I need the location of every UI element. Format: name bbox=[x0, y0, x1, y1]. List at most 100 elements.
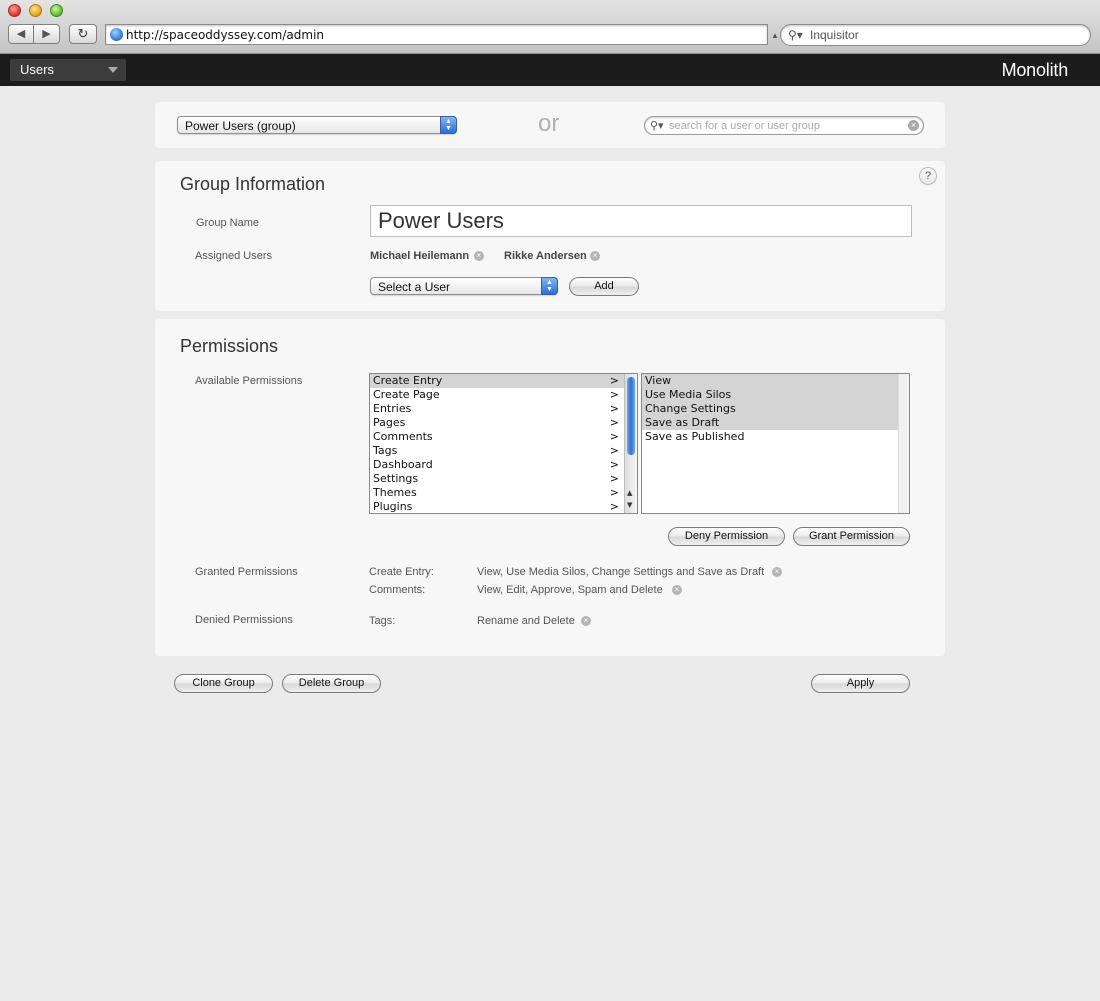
clone-group-button[interactable]: Clone Group bbox=[174, 674, 273, 693]
reload-button[interactable]: ↻ bbox=[69, 24, 97, 44]
list-item[interactable]: View bbox=[642, 374, 909, 388]
list-item[interactable]: Create Page > bbox=[370, 388, 637, 402]
assigned-user-tag: Michael Heilemann bbox=[370, 250, 470, 262]
assigned-users-label: Assigned Users bbox=[195, 250, 273, 262]
back-arrow-icon: ◀ bbox=[16, 28, 26, 40]
section-menu[interactable]: Users bbox=[10, 59, 126, 81]
available-permissions-label: Available Permissions bbox=[195, 375, 303, 387]
permissions-title: Permissions bbox=[180, 336, 279, 356]
group-select-value: Power Users (group) bbox=[185, 119, 296, 133]
add-user-button[interactable]: Add bbox=[569, 277, 639, 296]
list-item[interactable]: Themes > bbox=[370, 486, 637, 500]
scroll-down-icon[interactable]: ▼ bbox=[627, 501, 632, 509]
assigned-user-tag: Rikke Andersen bbox=[504, 250, 587, 262]
select-arrows-icon: ▲ ▼ bbox=[541, 277, 558, 295]
search-icon: ⚲▾ bbox=[650, 120, 664, 132]
url-text: http://spaceoddyssey.com/admin bbox=[126, 28, 325, 42]
list-item-label: Pages bbox=[373, 416, 406, 429]
section-menu-label: Users bbox=[20, 62, 54, 77]
address-bar[interactable]: http://spaceoddyssey.com/admin bbox=[105, 24, 768, 45]
group-name-label: Group Name bbox=[196, 217, 259, 229]
browser-toolbar: ◀ ▶ ↻ http://spaceoddyssey.com/admin ▲ ⚲… bbox=[0, 0, 1100, 54]
scrollbar-thumb[interactable] bbox=[627, 377, 635, 455]
granted-permission-key: Create Entry: bbox=[369, 566, 434, 578]
list-item[interactable]: Save as Draft bbox=[642, 416, 909, 430]
remove-permission-icon[interactable]: × bbox=[672, 585, 682, 595]
grant-permission-button[interactable]: Grant Permission bbox=[793, 527, 910, 546]
app-header bbox=[0, 54, 1100, 86]
clear-search-icon[interactable]: × bbox=[908, 120, 919, 131]
list-item[interactable]: Save as Published bbox=[642, 430, 909, 444]
delete-group-button[interactable]: Delete Group bbox=[282, 674, 381, 693]
list-item[interactable]: Entries > bbox=[370, 402, 637, 416]
list-item[interactable]: Dashboard > bbox=[370, 458, 637, 472]
select-arrows-icon: ▲ ▼ bbox=[440, 116, 457, 134]
zoom-window-button[interactable] bbox=[50, 4, 63, 17]
back-button[interactable]: ◀ bbox=[8, 24, 34, 44]
forward-arrow-icon: ▶ bbox=[42, 28, 51, 40]
list-item[interactable]: Pages > bbox=[370, 416, 637, 430]
user-select[interactable]: Select a User ▲ ▼ bbox=[370, 277, 558, 295]
list-item-label: Settings bbox=[373, 472, 419, 485]
group-search-input[interactable] bbox=[669, 118, 899, 133]
remove-permission-icon[interactable]: × bbox=[772, 567, 782, 577]
denied-permissions-label: Denied Permissions bbox=[195, 614, 293, 626]
scrollbar[interactable] bbox=[898, 374, 909, 513]
browser-search-placeholder: Inquisitor bbox=[810, 28, 859, 42]
list-item-label: Comments bbox=[373, 430, 433, 443]
list-item-label: Entries bbox=[373, 402, 412, 415]
list-item[interactable]: Settings > bbox=[370, 472, 637, 486]
list-item[interactable]: Create Entry > bbox=[370, 374, 637, 388]
list-item[interactable]: Tags > bbox=[370, 444, 637, 458]
list-item-label: Tags bbox=[373, 444, 398, 457]
list-item[interactable]: Change Settings bbox=[642, 402, 909, 416]
group-information-title: Group Information bbox=[180, 174, 326, 194]
chevron-right-icon: > bbox=[609, 388, 619, 401]
search-icon: ⚲▾ bbox=[788, 28, 803, 42]
chevron-right-icon: > bbox=[609, 458, 619, 471]
list-item[interactable]: Use Media Silos bbox=[642, 388, 909, 402]
list-item-label: Use Media Silos bbox=[645, 388, 732, 401]
chevron-right-icon: > bbox=[609, 500, 619, 513]
scrollbar[interactable]: ▲ ▼ bbox=[624, 374, 637, 513]
list-item-label: Create Entry bbox=[373, 374, 443, 387]
denied-permission-key: Tags: bbox=[369, 615, 396, 627]
permission-actions-list[interactable]: View Use Media Silos Change Settings Sav… bbox=[641, 373, 910, 514]
chevron-right-icon: > bbox=[609, 486, 619, 499]
granted-permission-value: View, Edit, Approve, Spam and Delete bbox=[477, 584, 663, 596]
close-window-button[interactable] bbox=[8, 4, 21, 17]
list-item-label: Create Page bbox=[373, 388, 440, 401]
chevron-down-icon bbox=[108, 67, 118, 73]
chevron-right-icon: > bbox=[609, 416, 619, 429]
chevron-right-icon: > bbox=[609, 402, 619, 415]
group-search-field[interactable]: ⚲▾ × bbox=[644, 116, 924, 135]
rss-icon[interactable]: ▲ bbox=[771, 31, 779, 40]
globe-icon bbox=[110, 28, 123, 41]
or-separator: or bbox=[538, 110, 560, 137]
granted-permissions-label: Granted Permissions bbox=[195, 566, 298, 578]
brand-logo: Monolith bbox=[1001, 60, 1069, 80]
user-select-value: Select a User bbox=[378, 280, 451, 294]
apply-button[interactable]: Apply bbox=[811, 674, 910, 693]
granted-permission-key: Comments: bbox=[369, 584, 426, 596]
forward-button[interactable]: ▶ bbox=[33, 24, 60, 44]
remove-user-icon[interactable]: × bbox=[590, 251, 600, 261]
chevron-right-icon: > bbox=[609, 472, 619, 485]
available-permissions-list[interactable]: Create Entry > Create Page > Entries > Page… bbox=[369, 373, 638, 514]
deny-permission-button[interactable]: Deny Permission bbox=[668, 527, 785, 546]
minimize-window-button[interactable] bbox=[29, 4, 42, 17]
list-item[interactable]: Comments > bbox=[370, 430, 637, 444]
list-item-label: Save as Published bbox=[645, 430, 745, 443]
list-item-label: Themes bbox=[373, 486, 417, 499]
remove-user-icon[interactable]: × bbox=[474, 251, 484, 261]
group-name-input[interactable] bbox=[370, 205, 912, 237]
scroll-up-icon[interactable]: ▲ bbox=[627, 489, 632, 497]
remove-permission-icon[interactable]: × bbox=[581, 616, 591, 626]
list-item[interactable]: Plugins > bbox=[370, 500, 637, 513]
browser-search-field[interactable]: ⚲▾ Inquisitor bbox=[780, 24, 1091, 46]
list-item-label: Dashboard bbox=[373, 458, 433, 471]
group-select[interactable]: Power Users (group) ▲ ▼ bbox=[177, 116, 457, 134]
help-button[interactable]: ? bbox=[919, 167, 937, 185]
chevron-right-icon: > bbox=[609, 374, 619, 387]
list-item-label: Save as Draft bbox=[645, 416, 720, 429]
